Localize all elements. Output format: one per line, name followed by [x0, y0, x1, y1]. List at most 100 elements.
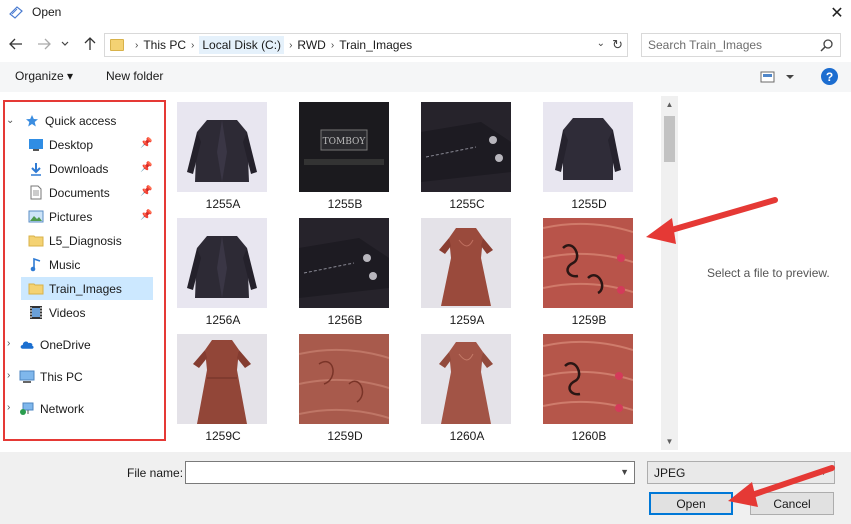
collapsed-chevron-icon[interactable]: › — [7, 402, 10, 413]
image-thumbnail — [543, 334, 633, 424]
change-view-button[interactable] — [760, 69, 798, 85]
new-folder-button[interactable]: New folder — [106, 69, 163, 83]
collapsed-chevron-icon[interactable]: › — [7, 338, 10, 349]
close-button[interactable]: ✕ — [823, 0, 851, 26]
sidebar-item-pictures[interactable]: Pictures 📌 — [28, 205, 158, 228]
file-item-1260b[interactable]: 1260B — [539, 328, 635, 443]
back-button[interactable] — [6, 34, 26, 54]
help-button[interactable]: ? — [821, 68, 838, 85]
breadcrumb-train-images[interactable]: Train_Images — [339, 38, 412, 52]
scroll-thumb[interactable] — [664, 116, 675, 162]
sidebar-item-this-pc[interactable]: This PC — [19, 365, 83, 388]
sidebar-item-desktop[interactable]: Desktop 📌 — [28, 133, 158, 156]
image-thumbnail — [299, 334, 389, 424]
file-item-1259a[interactable]: 1259A — [417, 212, 513, 327]
file-item-1256b[interactable]: 1256B — [295, 212, 391, 327]
file-name: 1255C — [449, 197, 485, 211]
image-thumbnail — [421, 334, 511, 424]
file-name-input[interactable]: ▼ — [185, 461, 635, 484]
breadcrumb-separator-icon: › — [135, 39, 139, 51]
file-type-select[interactable]: JPEG ▼ — [647, 461, 835, 484]
file-name: 1260A — [449, 429, 485, 443]
search-icon[interactable] — [820, 38, 834, 52]
address-bar[interactable]: › This PC › Local Disk (C:) › RWD › Trai… — [104, 33, 628, 57]
chevron-down-icon[interactable]: ▼ — [620, 467, 629, 477]
window-title: Open — [32, 5, 62, 19]
image-thumbnail: TOMBOY — [299, 102, 389, 192]
open-button[interactable]: Open — [649, 492, 733, 515]
sidebar-item-label: Videos — [49, 305, 86, 320]
search-box[interactable] — [641, 33, 841, 57]
chevron-down-icon[interactable]: ▼ — [819, 467, 828, 477]
computer-icon — [19, 369, 35, 385]
pin-icon: 📌 — [140, 186, 153, 197]
sidebar-item-label: Train_Images — [49, 281, 122, 296]
address-dropdown-icon[interactable]: ⌄ — [597, 38, 605, 49]
up-button[interactable] — [80, 34, 100, 54]
preview-pane: Select a file to preview. — [680, 96, 851, 450]
breadcrumb-rwd[interactable]: RWD — [297, 38, 325, 52]
scroll-down-icon[interactable]: ▼ — [661, 433, 678, 450]
file-item-1255b[interactable]: TOMBOY 1255B — [295, 96, 391, 211]
file-name: 1259C — [205, 429, 241, 443]
file-item-1255c[interactable]: 1255C — [417, 96, 513, 211]
image-thumbnail — [421, 218, 511, 308]
breadcrumb-separator-icon[interactable]: › — [331, 40, 334, 51]
vertical-scrollbar[interactable]: ▲ ▼ — [661, 96, 678, 450]
star-icon — [24, 113, 40, 129]
sidebar-item-label: Network — [40, 401, 85, 416]
pictures-icon — [28, 209, 44, 225]
file-item-1259d[interactable]: 1259D — [295, 328, 391, 443]
file-item-1259b[interactable]: 1259B — [539, 212, 635, 327]
sidebar-item-quick-access[interactable]: Quick access — [24, 109, 116, 132]
file-item-1255a[interactable]: 1255A — [173, 96, 269, 211]
breadcrumb-separator-icon[interactable]: › — [191, 40, 194, 51]
title-bar: Open ✕ — [0, 0, 851, 26]
file-name-label: File name: — [127, 466, 184, 480]
recent-locations-button[interactable] — [58, 34, 72, 54]
sidebar-item-train-images[interactable]: Train_Images — [28, 277, 122, 300]
sidebar-item-videos[interactable]: Videos — [28, 301, 85, 324]
sidebar-item-l5-diagnosis[interactable]: L5_Diagnosis — [28, 229, 122, 252]
sidebar-item-label: Quick access — [45, 113, 117, 128]
expanded-chevron-icon[interactable]: ⌄ — [6, 115, 14, 126]
open-dialog-icon — [9, 6, 23, 19]
search-input[interactable] — [642, 34, 812, 56]
navigation-pane: ⌄ Quick access Desktop 📌 Downloads 📌 Doc… — [0, 96, 170, 446]
breadcrumb: › This PC › Local Disk (C:) › RWD › Trai… — [130, 34, 412, 56]
music-icon — [28, 257, 44, 273]
image-thumbnail — [543, 218, 633, 308]
file-item-1260a[interactable]: 1260A — [417, 328, 513, 443]
file-item-1259c[interactable]: 1259C — [173, 328, 269, 443]
breadcrumb-local-disk[interactable]: Local Disk (C:) — [199, 36, 285, 54]
video-icon — [28, 305, 44, 321]
navigation-bar: › This PC › Local Disk (C:) › RWD › Trai… — [0, 30, 851, 58]
chevron-down-icon — [61, 41, 69, 46]
organize-button[interactable]: Organize ▾ — [15, 69, 73, 83]
scroll-up-icon[interactable]: ▲ — [661, 96, 678, 113]
pin-icon: 📌 — [140, 138, 153, 149]
sidebar-item-documents[interactable]: Documents 📌 — [28, 181, 158, 204]
image-thumbnail — [421, 102, 511, 192]
file-item-1255d[interactable]: 1255D — [539, 96, 635, 211]
sidebar-item-network[interactable]: Network — [19, 397, 84, 420]
refresh-icon[interactable]: ↻ — [612, 37, 623, 53]
sidebar-item-music[interactable]: Music — [28, 253, 80, 276]
cancel-button[interactable]: Cancel — [750, 492, 834, 515]
sidebar-item-label: This PC — [40, 369, 83, 384]
sidebar-item-label: Desktop — [49, 137, 94, 152]
pin-icon: 📌 — [140, 210, 153, 221]
image-thumbnail — [177, 102, 267, 192]
collapsed-chevron-icon[interactable]: › — [7, 370, 10, 381]
close-icon: ✕ — [830, 5, 844, 22]
download-icon — [28, 161, 44, 177]
breadcrumb-this-pc[interactable]: This PC — [143, 38, 186, 52]
file-item-1256a[interactable]: 1256A — [173, 212, 269, 327]
back-arrow-icon — [9, 38, 22, 50]
forward-arrow-icon — [38, 38, 51, 50]
breadcrumb-separator-icon[interactable]: › — [289, 40, 292, 51]
sidebar-item-onedrive[interactable]: OneDrive — [19, 333, 91, 356]
forward-button[interactable] — [34, 34, 54, 54]
sidebar-item-downloads[interactable]: Downloads 📌 — [28, 157, 158, 180]
file-name: 1256B — [327, 313, 363, 327]
